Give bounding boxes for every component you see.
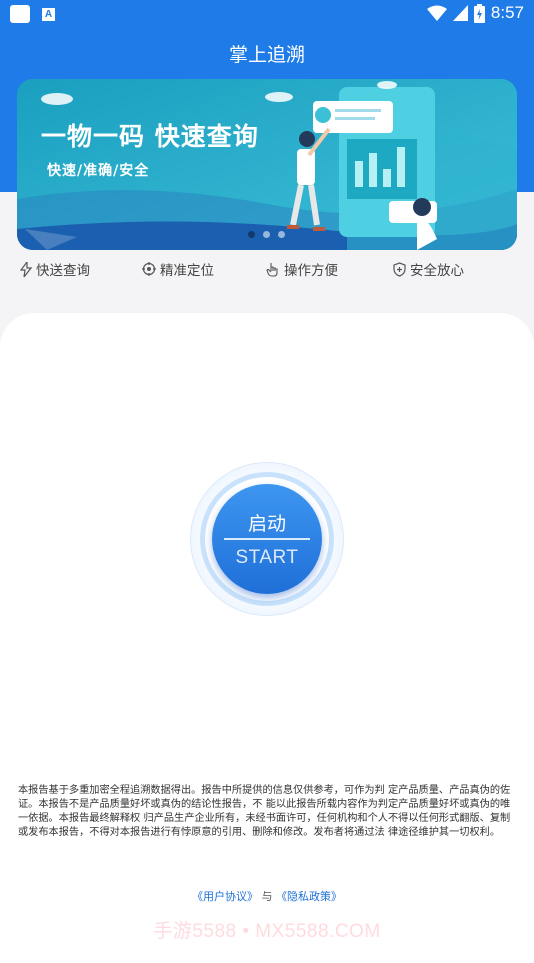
user-agreement-link[interactable]: 《用户协议》 xyxy=(192,890,258,903)
carousel-dot[interactable] xyxy=(263,231,270,238)
watermark: 手游5588 • MX5588.COM xyxy=(153,921,381,942)
promo-banner[interactable]: 一物一码 快速查询 快速/准确/安全 xyxy=(17,79,517,250)
feature-label: 快送查询 xyxy=(36,263,90,279)
main-card xyxy=(0,313,534,963)
page-title: 掌上追溯 xyxy=(228,44,305,66)
start-button-label-en: START xyxy=(235,547,299,568)
feature-label: 操作方便 xyxy=(284,263,338,279)
carousel-dot[interactable] xyxy=(248,231,255,238)
clock: 8:57 xyxy=(490,3,524,22)
lightning-icon xyxy=(20,261,32,277)
agreement-conjunction: 与 xyxy=(261,890,273,903)
feature-label: 安全放心 xyxy=(410,263,464,279)
shield-plus-icon xyxy=(393,261,406,277)
status-bar: A 8:57 xyxy=(0,0,534,28)
signal-icon xyxy=(452,5,468,21)
banner-subtitle: 快速/准确/安全 xyxy=(47,163,150,179)
notification-square-icon xyxy=(10,5,30,23)
hand-pointer-icon xyxy=(266,262,278,277)
feature-item: 精准定位 xyxy=(142,259,214,279)
feature-item: 快送查询 xyxy=(20,259,90,279)
disclaimer-text: 本报告基于多重加密全程追溯数据得出。报告中所提供的信息仅供参考，可作为判 定产品… xyxy=(18,785,511,838)
feature-item: 安全放心 xyxy=(393,259,464,279)
privacy-policy-link[interactable]: 《隐私政策》 xyxy=(276,890,342,903)
app-a-icon: A xyxy=(42,7,55,21)
carousel-dot[interactable] xyxy=(278,231,285,238)
battery-icon xyxy=(473,3,485,23)
start-button-divider xyxy=(224,538,310,540)
feature-label: 精准定位 xyxy=(160,263,214,279)
wifi-icon xyxy=(426,5,447,21)
target-icon xyxy=(142,262,156,276)
feature-item: 操作方便 xyxy=(266,259,338,279)
banner-title: 一物一码 快速查询 xyxy=(41,122,259,151)
start-button[interactable]: 启动 START xyxy=(212,484,322,594)
feature-row: 快送查询 精准定位 操作方便 安全放心 xyxy=(0,259,534,283)
start-button-container: 启动 START xyxy=(190,462,344,616)
start-button-label-cn: 启动 xyxy=(247,513,286,535)
carousel-indicator xyxy=(248,231,285,238)
agreement-links: 《用户协议》 与 《隐私政策》 xyxy=(0,888,534,904)
